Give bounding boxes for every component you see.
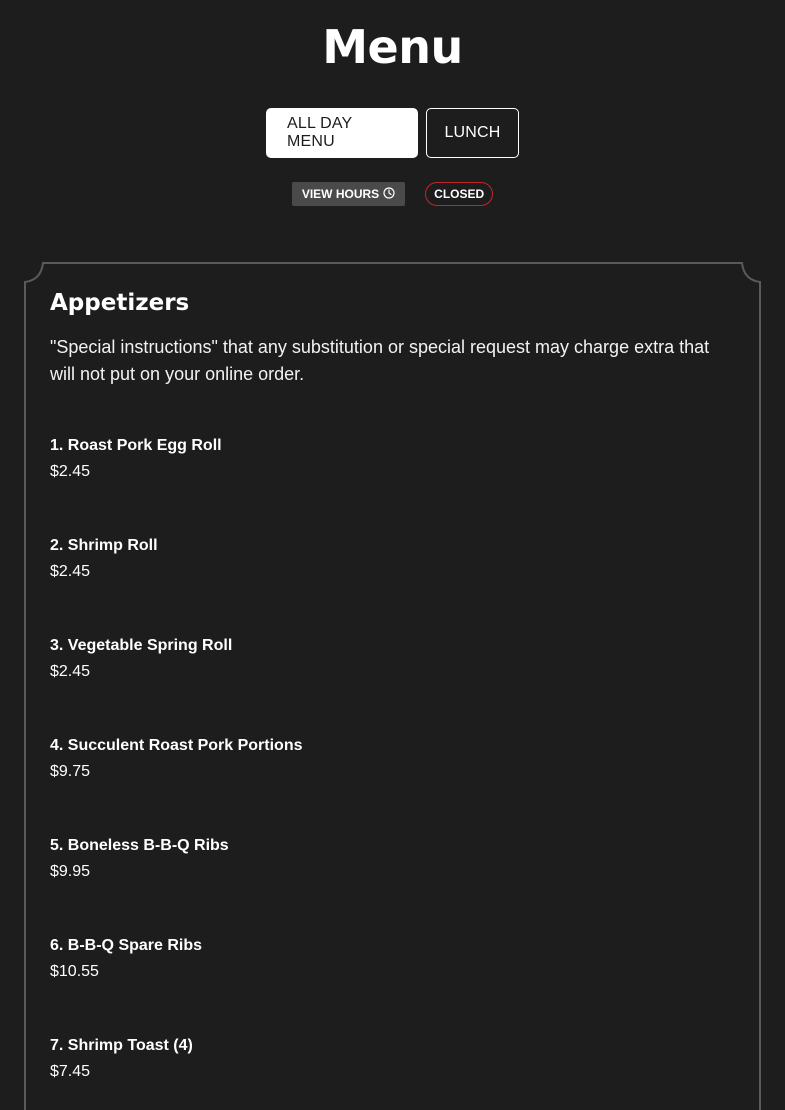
menu-section-card: Appetizers "Special instructions" that a… (24, 262, 761, 1110)
tab-all-day-menu[interactable]: ALL DAY MENU (266, 108, 418, 158)
menu-item-name: 7. Shrimp Toast (4) (50, 1036, 193, 1054)
menu-item[interactable]: 3. Vegetable Spring Roll $2.45 (50, 636, 730, 736)
menu-items-list: 1. Roast Pork Egg Roll $2.45 2. Shrimp R… (50, 436, 730, 1110)
menu-item-price: $2.45 (50, 662, 91, 680)
tab-lunch[interactable]: LUNCH (426, 108, 519, 158)
page-title: Menu (322, 20, 463, 74)
menu-item-name: 2. Shrimp Roll (50, 536, 158, 554)
menu-item[interactable]: 5. Boneless B-B-Q Ribs $9.95 (50, 836, 730, 936)
section-title: Appetizers (50, 290, 190, 316)
view-hours-button[interactable]: VIEW HOURS (291, 182, 406, 206)
menu-item[interactable]: 4. Succulent Roast Pork Portions $9.75 (50, 736, 730, 836)
section-description: "Special instructions" that any substitu… (50, 336, 710, 384)
menu-item-price: $2.45 (50, 462, 91, 480)
status-row: VIEW HOURS CLOSED (0, 182, 785, 206)
clock-icon (383, 186, 395, 202)
menu-item[interactable]: 2. Shrimp Roll $2.45 (50, 536, 730, 636)
menu-item[interactable]: 1. Roast Pork Egg Roll $2.45 (50, 436, 730, 536)
menu-item-name: 6. B-B-Q Spare Ribs (50, 936, 203, 954)
menu-item-price: $2.45 (50, 562, 91, 580)
card-content: Appetizers "Special instructions" that a… (50, 290, 730, 1110)
menu-tabs: ALL DAY MENU LUNCH (0, 108, 785, 158)
menu-item-price: $9.75 (50, 762, 91, 780)
menu-item-price: $9.95 (50, 862, 91, 880)
menu-item-name: 4. Succulent Roast Pork Portions (50, 736, 303, 754)
menu-item-name: 3. Vegetable Spring Roll (50, 636, 233, 654)
menu-item-price: $7.45 (50, 1062, 91, 1080)
menu-item-name: 5. Boneless B-B-Q Ribs (50, 836, 229, 854)
menu-item[interactable]: 6. B-B-Q Spare Ribs $10.55 (50, 936, 730, 1036)
menu-item[interactable]: 7. Shrimp Toast (4) $7.45 (50, 1036, 730, 1110)
view-hours-label: VIEW HOURS (301, 187, 380, 201)
menu-item-name: 1. Roast Pork Egg Roll (50, 436, 222, 454)
menu-item-price: $10.55 (50, 962, 99, 980)
status-badge: CLOSED (425, 182, 494, 206)
